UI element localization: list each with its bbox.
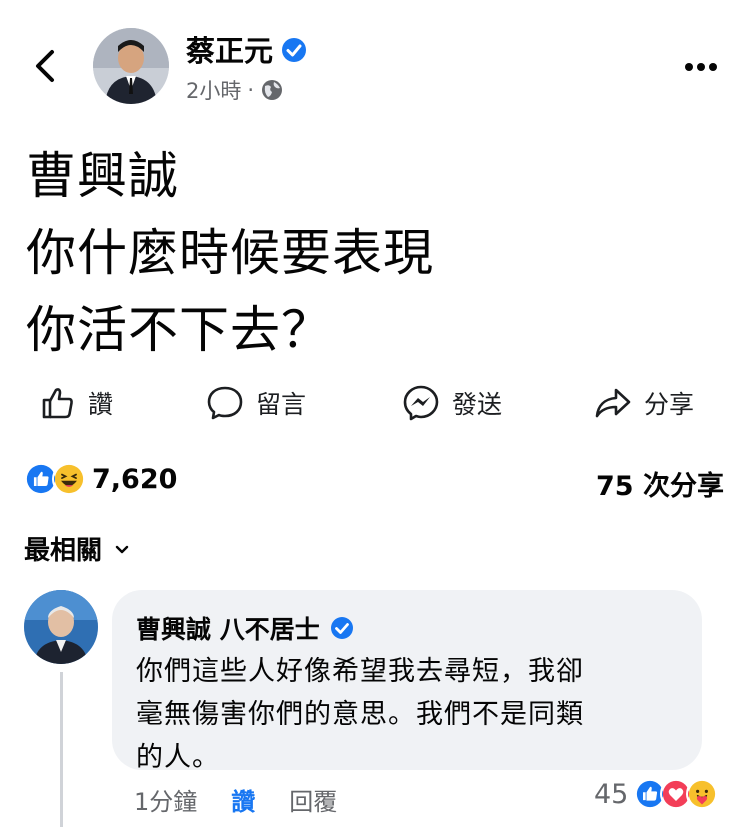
send-label: 發送 [452, 390, 503, 419]
more-options-button[interactable] [676, 52, 726, 82]
comment-reaction-count: 45 [594, 778, 629, 810]
send-button[interactable]: 發送 [402, 384, 502, 422]
comment-like-button[interactable]: 讚 [231, 782, 255, 817]
comment-reactions[interactable]: 45 [594, 778, 719, 810]
comment-button[interactable]: 留言 [206, 384, 306, 422]
share-button[interactable]: 分享 [594, 384, 694, 422]
back-button[interactable] [28, 46, 64, 86]
post-actions: 讚 留言 發送 分享 [0, 376, 750, 436]
author-name[interactable]: 蔡正元 [186, 28, 307, 70]
author-avatar[interactable] [93, 28, 169, 104]
care-icon [686, 778, 719, 810]
comment-text: 你們這些人好像希望我去尋短，我卻 毫無傷害你們的意思。我們不是同類 的人。 [136, 656, 584, 773]
like-button[interactable]: 讚 [38, 384, 113, 422]
share-count[interactable]: 75 次分享 [596, 464, 724, 503]
comment-author-name: 曹興誠 八不居士 [136, 615, 320, 644]
author-avatar-image [93, 28, 169, 104]
messenger-icon [403, 385, 439, 421]
more-horizontal-icon [685, 63, 717, 71]
haha-icon [52, 462, 86, 496]
comments-sort-dropdown[interactable]: 最相關 [24, 530, 130, 567]
comment-thread-line [60, 672, 63, 827]
author-name-text: 蔡正元 [186, 34, 274, 68]
comment-reply-button[interactable]: 回覆 [289, 782, 337, 817]
sort-label: 最相關 [24, 536, 103, 566]
comment-author[interactable]: 曹興誠 八不居士 [136, 610, 678, 646]
like-label: 讚 [88, 390, 114, 419]
comment-icon [207, 386, 243, 420]
post-timestamp[interactable]: 2小時 [186, 75, 241, 105]
thumbs-up-icon [42, 388, 73, 419]
chevron-down-icon [115, 545, 129, 553]
comment-bubble: 曹興誠 八不居士 你們這些人好像希望我去尋短，我卻 毫無傷害你們的意思。我們不是… [112, 590, 702, 773]
meta-separator: · [247, 78, 255, 102]
comment-footer: 1分鐘 讚 回覆 [134, 782, 337, 817]
verified-badge-icon [282, 38, 307, 62]
post-meta: 2小時 · [186, 75, 284, 105]
share-label: 分享 [644, 390, 695, 419]
comment-time[interactable]: 1分鐘 [134, 782, 197, 817]
commenter-avatar-image [24, 590, 98, 664]
post-text: 曹興誠 你什麼時候要表現 你活不下去？ [26, 147, 434, 359]
comment-label: 留言 [256, 390, 307, 419]
reaction-summary[interactable]: 7,620 [24, 462, 177, 496]
post-header: 蔡正元 2小時 · [0, 0, 750, 120]
commenter-avatar[interactable] [24, 590, 98, 664]
share-icon [595, 388, 631, 418]
verified-badge-icon [330, 617, 353, 639]
chevron-left-icon [36, 50, 54, 82]
reaction-count: 7,620 [92, 463, 178, 495]
globe-icon [262, 80, 283, 100]
